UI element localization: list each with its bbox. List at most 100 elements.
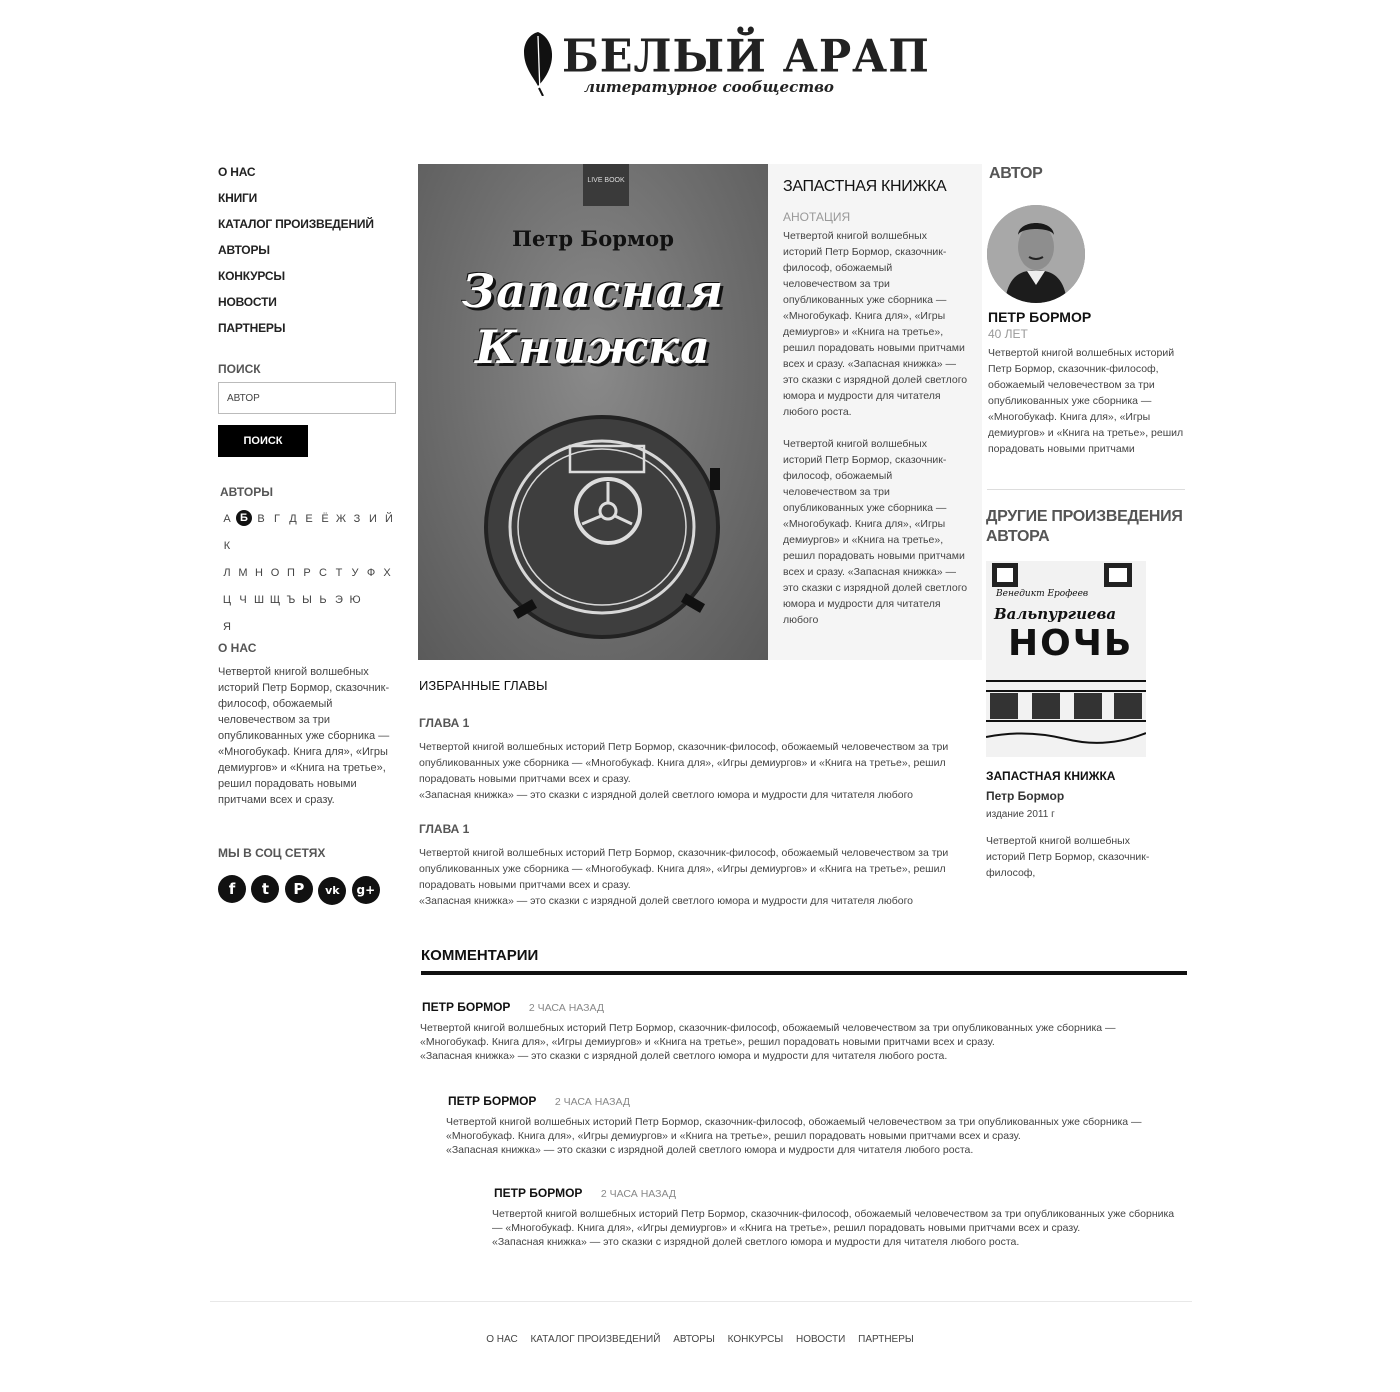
book-title: ЗАПАСТНАЯ КНИЖКА [783,178,947,195]
alphabet-row: А Б В Г Д Е Ё Ж З И Й К [220,509,405,563]
main-nav: О НАС КНИГИ КАТАЛОГ ПРОИЗВЕДЕНИЙ АВТОРЫ … [218,162,408,344]
other-book-text: Четвертой книгой волшебных историй Петр … [986,835,1150,879]
nav-item-authors[interactable]: АВТОРЫ [218,240,408,266]
alphabet-letter[interactable]: Е [302,510,316,536]
chapter-text: Четвертой книгой волшебных историй Петр … [419,845,959,909]
footer-link-contests[interactable]: КОНКУРСЫ [728,1334,784,1345]
alphabet-letter[interactable]: С [316,564,330,590]
alphabet-letter[interactable]: М [236,564,250,590]
comment-header: ПЕТР БОРМОР 2 ЧАСА НАЗАД [494,1184,676,1202]
alphabet-index: А Б В Г Д Е Ё Ж З И ЙК Л М Н О П Р С Т У Ф Х Ц Ч Ш Щ Ъ Ы Ь Э Ю Я [220,509,405,644]
comment-text: Четвертой книгой волшебных историй Петр … [420,1021,1180,1063]
alphabet-letter[interactable]: Ф [364,564,378,590]
comment-paragraph: «Запасная книжка» — это сказки с изрядно… [492,1236,1020,1248]
footer-link-about[interactable]: О НАС [486,1334,517,1345]
alphabet-letter[interactable]: А [220,510,234,536]
comment-paragraph: «Запасная книжка» — это сказки с изрядно… [420,1050,948,1062]
about-text: Четвертой книгой волшебных историй Петр … [218,666,390,806]
alphabet-letter[interactable]: Й [382,510,396,536]
nav-item-contests[interactable]: КОНКУРСЫ [218,266,408,292]
chapter-text: Четвертой книгой волшебных историй Петр … [419,739,959,803]
alphabet-letter[interactable]: В [254,510,268,536]
alphabet-letter[interactable]: П [284,564,298,590]
comments-divider [421,971,1187,975]
comment-header: ПЕТР БОРМОР 2 ЧАСА НАЗАД [422,998,604,1016]
other-book-author[interactable]: Петр Бормор [986,789,1064,803]
hatch-illustration [484,415,720,639]
social-heading: МЫ В СОЦ СЕТЯХ [218,846,326,860]
nav-item-books[interactable]: КНИГИ [218,188,408,214]
other-book-title[interactable]: ЗАПАСТНАЯ КНИЖКА [986,769,1115,783]
author-heading: АВТОР [989,165,1043,182]
alphabet-letter[interactable]: Л [220,564,234,590]
footer-link-catalog[interactable]: КАТАЛОГ ПРОИЗВЕДЕНИЙ [530,1334,660,1345]
author-age: 40 ЛЕТ [988,327,1028,341]
comment-header: ПЕТР БОРМОР 2 ЧАСА НАЗАД [448,1092,630,1110]
facebook-icon[interactable]: f [218,875,246,903]
chapters-heading: ИЗБРАННЫЕ ГЛАВЫ [419,678,548,693]
alphabet-letter[interactable]: Д [286,510,300,536]
annotation-text: Четвертой книгой волшебных историй Петр … [783,228,968,628]
thumb-author: Венедикт Ерофеев [996,589,1089,599]
footer-link-authors[interactable]: АВТОРЫ [673,1334,715,1345]
alphabet-letter[interactable]: Ц [220,591,234,617]
chapter-title[interactable]: ГЛАВА 1 [419,822,469,836]
search-input[interactable] [218,382,396,414]
alphabet-letter[interactable]: Ы [300,591,314,617]
alphabet-letter[interactable]: Б [236,510,252,526]
alphabet-letter[interactable]: Х [380,564,394,590]
twitter-icon[interactable]: t [251,875,280,903]
alphabet-letter[interactable]: О [268,564,282,590]
comment-author[interactable]: ПЕТР БОРМОР [448,1094,536,1108]
alphabet-letter[interactable]: Т [332,564,346,590]
search-heading: ПОИСК [218,362,261,376]
chapter-paragraph: Четвертой книгой волшебных историй Петр … [419,847,949,891]
vk-icon[interactable]: vk [318,877,347,905]
alphabet-letter[interactable]: И [366,510,380,536]
footer-divider [210,1301,1192,1302]
comment-author[interactable]: ПЕТР БОРМОР [494,1186,582,1200]
other-works-heading: ДРУГИЕ ПРОИЗВЕДЕНИЯ АВТОРА [986,508,1183,545]
alphabet-letter[interactable]: Р [300,564,314,590]
site-logo[interactable]: БЕЛЫЙ АРАП литературное сообщество [518,28,929,100]
google-plus-icon[interactable]: g+ [351,876,380,904]
alphabet-letter[interactable]: З [350,510,364,536]
authors-index-heading: АВТОРЫ [220,485,273,499]
other-book-thumbnail[interactable]: Венедикт Ерофеев Вальпургиева НОЧЬ [986,561,1146,757]
alphabet-letter[interactable]: Ь [316,591,330,617]
author-photo [987,205,1085,303]
book-cover[interactable]: LIVE BOOK Петр Бормор Запасная Книжка [418,164,768,660]
alphabet-letter[interactable]: Н [252,564,266,590]
nav-item-catalog[interactable]: КАТАЛОГ ПРОИЗВЕДЕНИЙ [218,214,408,240]
nav-item-partners[interactable]: ПАРТНЕРЫ [218,318,408,344]
alphabet-letter[interactable]: Ч [236,591,250,617]
footer-link-partners[interactable]: ПАРТНЕРЫ [858,1334,914,1345]
chapter-title[interactable]: ГЛАВА 1 [419,716,469,730]
thumb-title-line2: НОЧЬ [1008,623,1134,664]
author-avatar[interactable] [987,205,1085,303]
nav-item-news[interactable]: НОВОСТИ [218,292,408,318]
nav-item-about[interactable]: О НАС [218,162,408,188]
comment-paragraph: Четвертой книгой волшебных историй Петр … [492,1208,1175,1234]
comment-author[interactable]: ПЕТР БОРМОР [422,1000,510,1014]
alphabet-letter[interactable]: К [220,537,234,563]
alphabet-letter[interactable]: Ъ [284,591,298,617]
comment-time: 2 ЧАСА НАЗАД [600,1188,676,1200]
alphabet-letter[interactable]: Ё [318,510,332,536]
alphabet-letter[interactable]: У [348,564,362,590]
annotation-panel: ЗАПАСТНАЯ КНИЖКА АНОТАЦИЯ Четвертой книг… [768,164,982,660]
author-name[interactable]: ПЕТР БОРМОР [988,309,1091,325]
chapter-paragraph: «Запасная книжка» — это сказки с изрядно… [419,789,914,801]
alphabet-letter[interactable]: Г [270,510,284,536]
search-button[interactable]: ПОИСК [218,425,308,457]
alphabet-letter[interactable]: Ю [348,591,362,617]
alphabet-letter[interactable]: Ш [252,591,266,617]
comment-text: Четвертой книгой волшебных историй Петр … [492,1207,1182,1249]
alphabet-letter[interactable]: Э [332,591,346,617]
alphabet-letter[interactable]: Щ [268,591,282,617]
comment-paragraph: Четвертой книгой волшебных историй Петр … [420,1022,1116,1048]
pinterest-icon[interactable]: P [284,875,313,903]
comment-paragraph: Четвертой книгой волшебных историй Петр … [446,1116,1142,1142]
alphabet-letter[interactable]: Ж [334,510,348,536]
footer-link-news[interactable]: НОВОСТИ [796,1334,845,1345]
